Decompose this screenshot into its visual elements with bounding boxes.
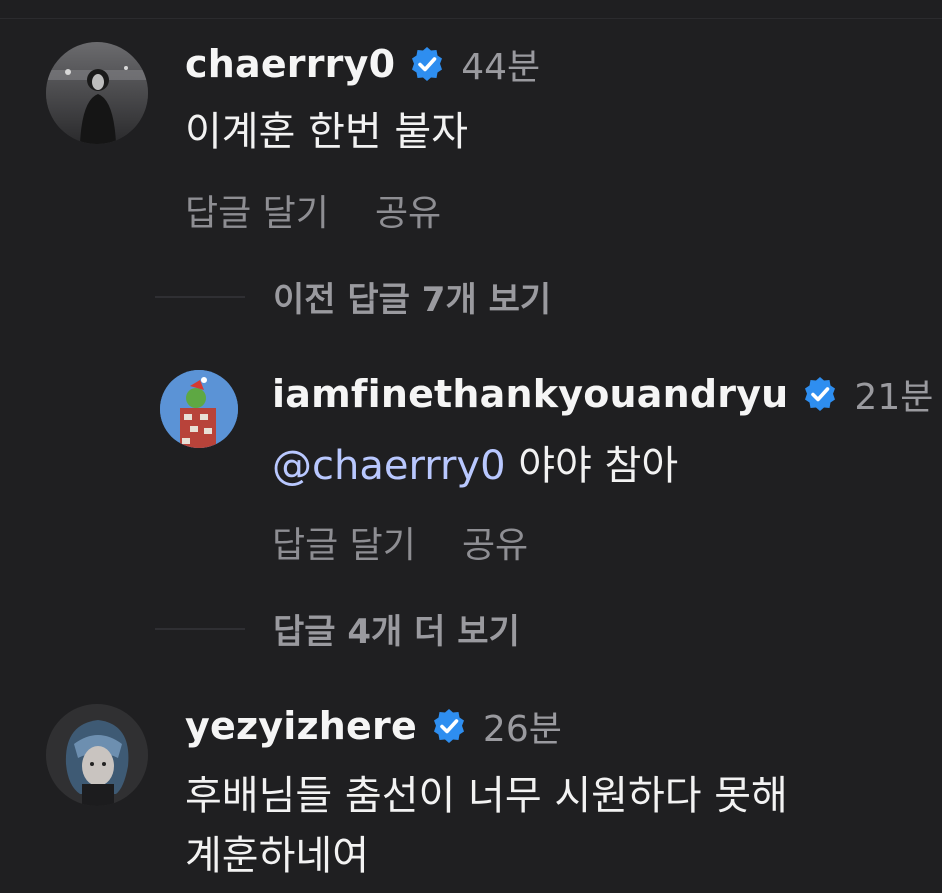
comment-text-line-1: 후배님들 춤선이 너무 시원하다 못해 xyxy=(185,773,788,819)
comment-text: @chaerrry0 야야 참아 xyxy=(272,438,678,494)
view-previous-replies-row: 이전 답글 7개 보기 xyxy=(155,272,551,321)
share-button[interactable]: 공유 xyxy=(462,516,528,568)
avatar[interactable] xyxy=(46,42,148,144)
comment-header: iamfinethankyouandryu 21분 xyxy=(272,370,933,418)
username[interactable]: chaerrry0 xyxy=(185,42,395,86)
reply-button[interactable]: 답글 달기 xyxy=(185,184,329,236)
avatar-photo xyxy=(46,42,148,144)
comment-header: yezyizhere 26분 xyxy=(185,702,562,750)
view-more-replies-button[interactable]: 답글 4개 더 보기 xyxy=(273,604,520,653)
comment-header: chaerrry0 44분 xyxy=(185,40,540,88)
reply-button[interactable]: 답글 달기 xyxy=(272,516,416,568)
view-more-replies-row: 답글 4개 더 보기 xyxy=(155,604,520,653)
verified-badge-icon xyxy=(407,44,447,84)
comment-actions: 답글 달기 공유 xyxy=(185,184,441,236)
share-button[interactable]: 공유 xyxy=(375,184,441,236)
divider xyxy=(0,18,942,19)
timestamp: 26분 xyxy=(482,709,562,750)
avatar-photo xyxy=(46,704,148,806)
avatar[interactable] xyxy=(46,704,148,806)
comment-text-line-2: 계훈하네여 xyxy=(185,833,369,879)
timestamp: 21분 xyxy=(854,377,934,418)
thread-line xyxy=(155,627,245,630)
avatar-illustration xyxy=(160,370,238,448)
username[interactable]: yezyizhere xyxy=(185,704,417,748)
avatar[interactable] xyxy=(160,370,238,448)
username[interactable]: iamfinethankyouandryu xyxy=(272,372,788,416)
verified-badge-icon xyxy=(429,706,469,746)
comment-text-body: 야야 참아 xyxy=(505,443,679,489)
verified-badge-icon xyxy=(800,374,840,414)
comments-thread: chaerrry0 44분 이계훈 한번 붙자 답글 달기 공유 이전 답글 7… xyxy=(0,0,942,893)
mention-link[interactable]: @chaerrry0 xyxy=(272,443,506,489)
comment-actions: 답글 달기 공유 xyxy=(272,516,528,568)
thread-line xyxy=(155,295,245,298)
comment-text: 이계훈 한번 붙자 xyxy=(185,109,469,155)
timestamp: 44분 xyxy=(461,47,541,88)
view-previous-replies-button[interactable]: 이전 답글 7개 보기 xyxy=(273,272,551,321)
